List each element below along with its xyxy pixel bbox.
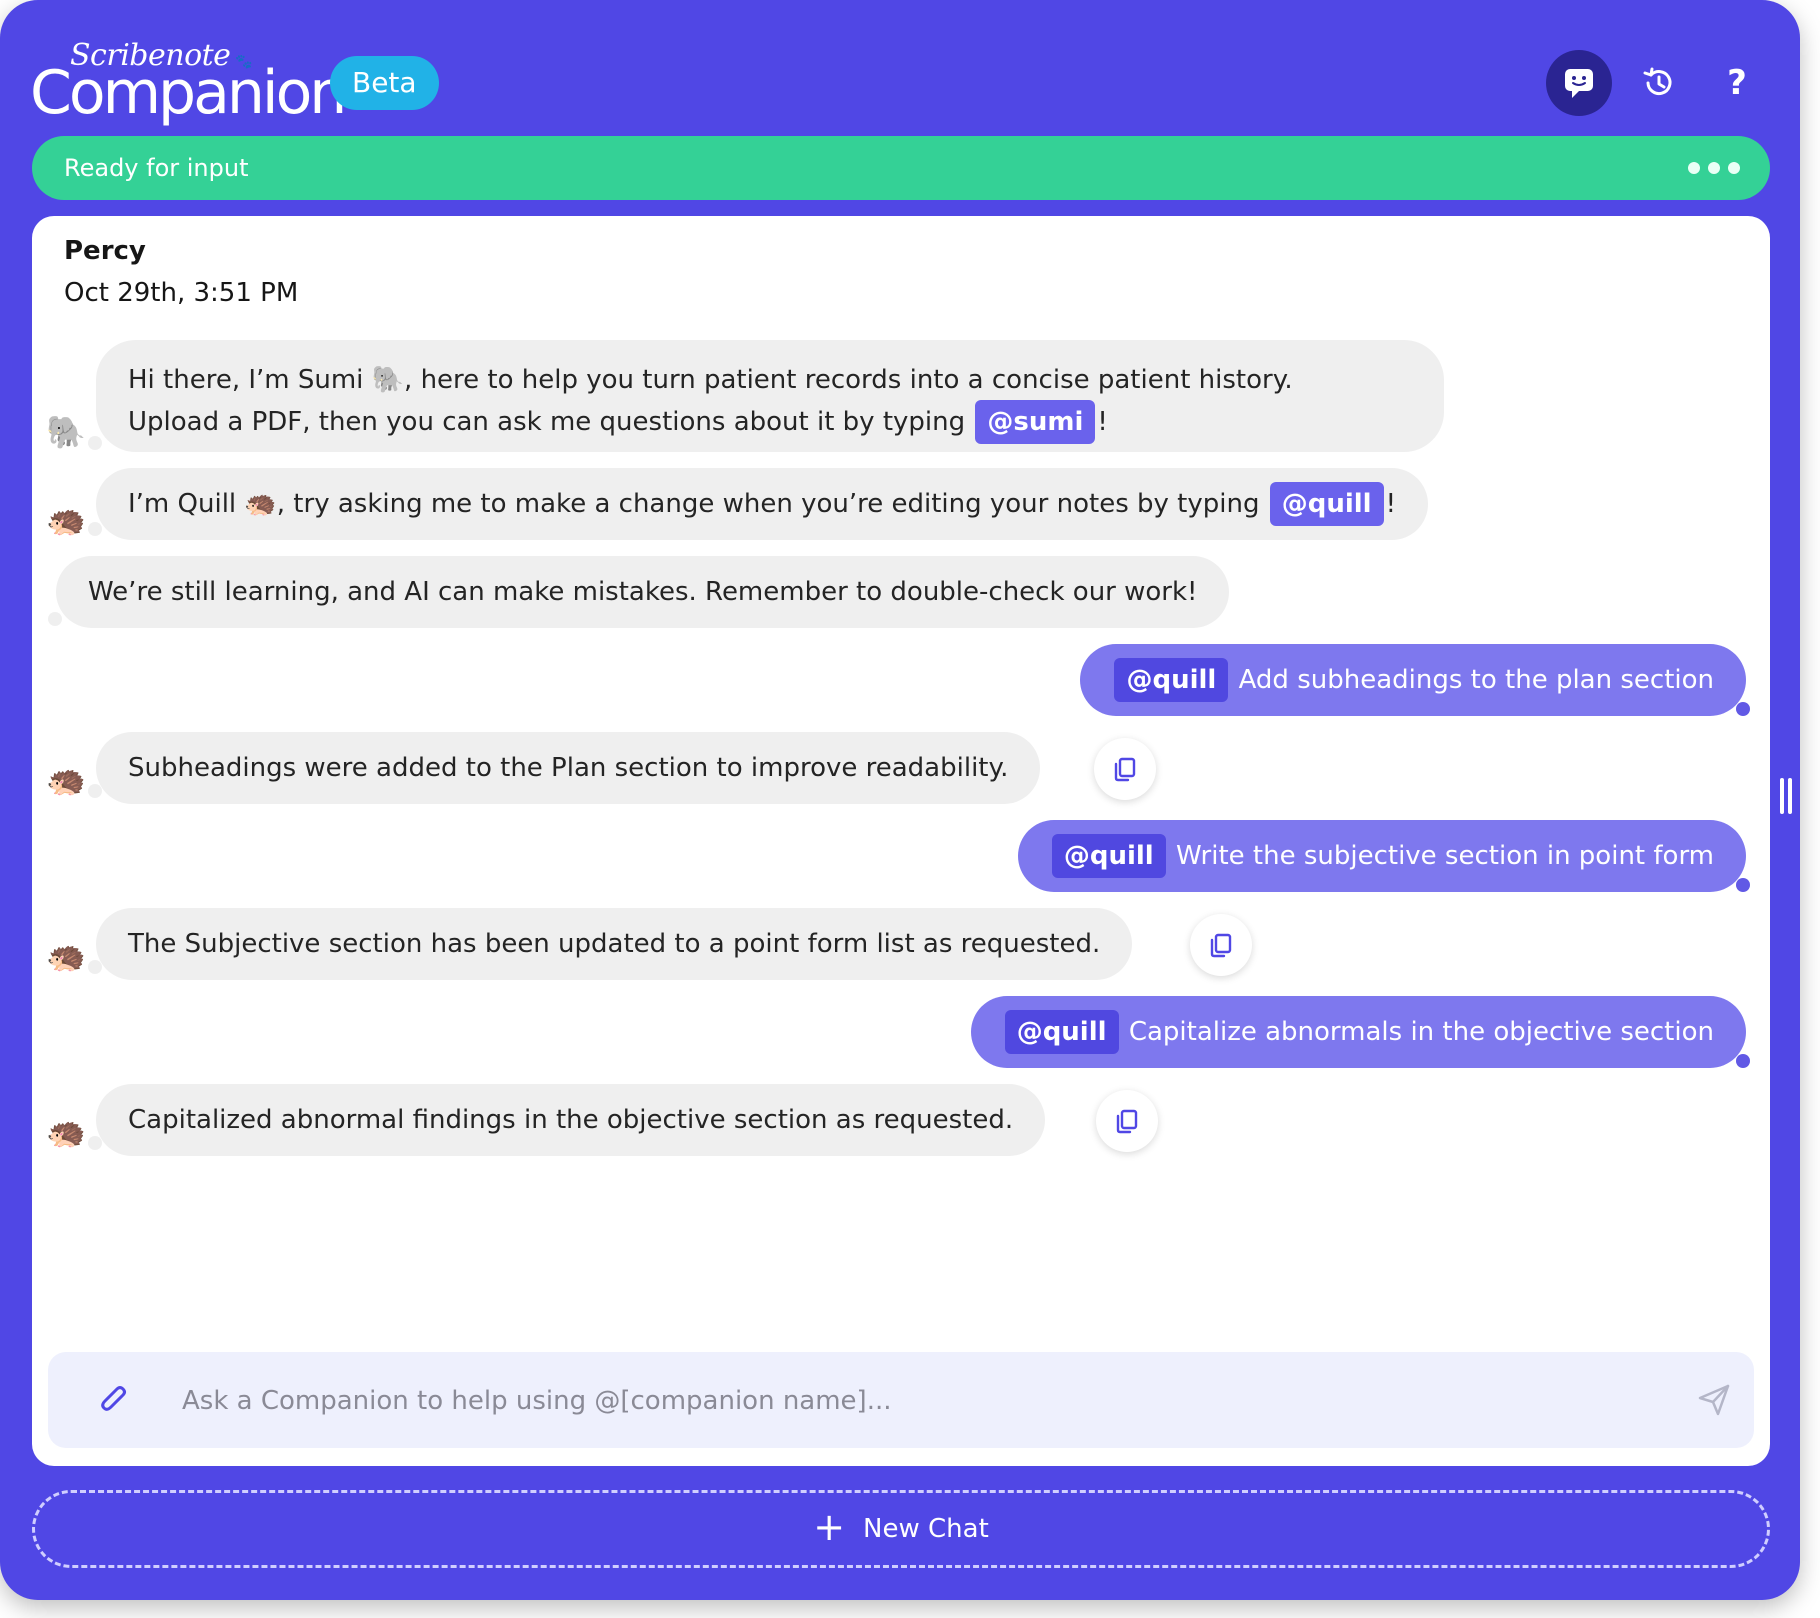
bot-message: I’m Quill 🦔, try asking me to make a cha… [96,468,1429,540]
bot-message: Capitalized abnormal findings in the obj… [96,1084,1046,1156]
copy-button[interactable] [1190,914,1252,976]
quill-avatar: 🦔 [46,761,86,799]
bubble-tail [1736,702,1750,716]
companion-panel: Scribenote 🐾 Companion Beta ? Ready for … [0,0,1800,1600]
send-button[interactable] [1696,1382,1732,1418]
copy-button[interactable] [1094,738,1156,800]
copy-icon [1116,1109,1138,1134]
mention-tag: @quill [1051,834,1166,878]
chat-user-name: Percy [64,236,146,266]
chat-icon [1565,69,1593,98]
chat-date: Oct 29th, 3:51 PM [64,278,299,308]
beta-badge: Beta [330,56,439,110]
help-icon: ? [1727,63,1747,103]
brand-name: Companion [30,58,347,128]
bubble-tail [88,436,102,450]
message-text: Add subheadings to the plan section [1238,665,1714,695]
bubble-tail [1736,1054,1750,1068]
message-text: Write the subjective section in point fo… [1175,841,1714,871]
bubble-tail [88,522,102,536]
message-text: I’m Quill 🦔, try asking me to make a cha… [128,489,1268,519]
header: Scribenote 🐾 Companion Beta ? [30,36,1770,132]
quill-avatar: 🦔 [46,1113,86,1151]
history-button[interactable] [1626,50,1692,116]
chat-button[interactable] [1546,50,1612,116]
chat-window: Percy Oct 29th, 3:51 PM 🐘 Hi there, I’m … [32,216,1770,1466]
copy-icon [1114,757,1136,782]
help-button[interactable]: ? [1704,50,1770,116]
status-bar: Ready for input [32,136,1770,200]
mention-tag: @sumi [975,400,1096,444]
user-message: @quill Capitalize abnormals in the objec… [970,996,1746,1068]
message-text: ! [1097,407,1108,437]
new-chat-button[interactable]: + New Chat [32,1490,1770,1568]
new-chat-label: New Chat [863,1514,989,1544]
disclaimer-message: We’re still learning, and AI can make mi… [56,556,1230,628]
mention-tag: @quill [1114,658,1229,702]
mention-tag: @quill [1004,1010,1119,1054]
dot-icon [1728,162,1740,174]
message-text: ! [1385,489,1397,519]
copy-button[interactable] [1096,1090,1158,1152]
brand-logo: Scribenote 🐾 Companion [30,36,347,128]
attach-button[interactable] [96,1382,132,1418]
grip-icon [1780,778,1784,814]
bot-message: Hi there, I’m Sumi 🐘, here to help you t… [96,340,1444,452]
message-input[interactable] [180,1352,1644,1450]
bot-message: Subheadings were added to the Plan secti… [96,732,1041,804]
dot-icon [1708,162,1720,174]
mention-tag: @quill [1269,482,1384,526]
message-line: Upload a PDF, then you can ask me questi… [128,400,1412,444]
grip-icon [1788,778,1792,814]
plus-icon: + [813,1505,846,1549]
message-composer [48,1352,1754,1450]
bubble-tail [48,612,62,626]
status-menu-button[interactable] [1688,162,1740,174]
user-message: @quill Write the subjective section in p… [1017,820,1746,892]
message-text: Capitalize abnormals in the objective se… [1128,1017,1714,1047]
dot-icon [1688,162,1700,174]
resize-handle[interactable] [1780,778,1792,814]
copy-icon [1210,933,1232,958]
bot-message: The Subjective section has been updated … [96,908,1133,980]
message-line: Hi there, I’m Sumi 🐘, here to help you t… [128,365,1293,395]
status-text: Ready for input [64,154,249,182]
paperclip-icon [101,1386,126,1411]
quill-avatar: 🦔 [46,501,86,539]
sumi-avatar: 🐘 [46,413,86,451]
history-icon [1643,67,1672,96]
bubble-tail [1736,878,1750,892]
send-icon [1698,1384,1730,1416]
quill-avatar: 🦔 [46,937,86,975]
message-text: Upload a PDF, then you can ask me questi… [128,407,974,437]
user-message: @quill Add subheadings to the plan secti… [1080,644,1746,716]
